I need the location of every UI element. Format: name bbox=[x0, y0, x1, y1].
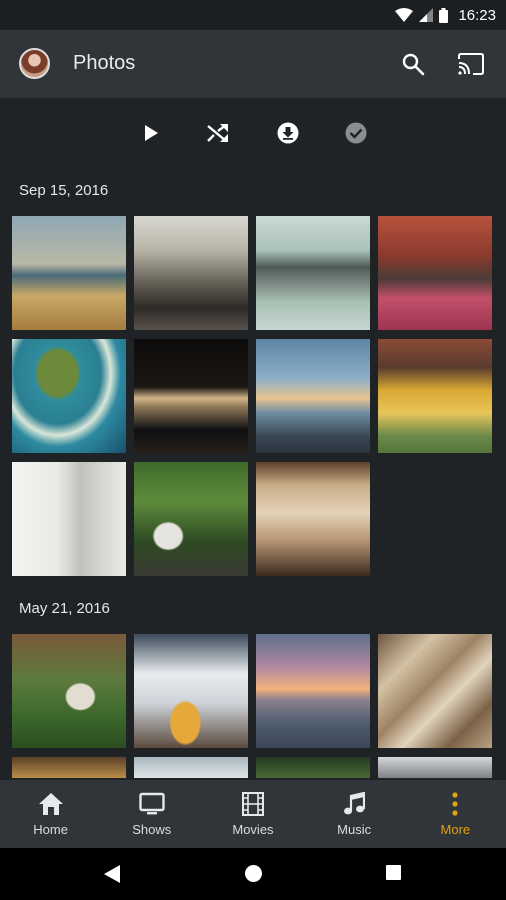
photo-thumbnail[interactable] bbox=[256, 634, 370, 748]
photo-thumbnail[interactable] bbox=[378, 339, 492, 453]
nav-item-label: More bbox=[440, 822, 471, 837]
section-date: May 21, 2016 bbox=[19, 600, 110, 617]
music-note-icon bbox=[344, 792, 366, 815]
download-button[interactable] bbox=[273, 118, 303, 148]
search-button[interactable] bbox=[399, 50, 427, 78]
home-circle-icon[interactable] bbox=[244, 864, 263, 883]
cast-icon bbox=[458, 53, 484, 75]
select-button[interactable] bbox=[341, 118, 371, 148]
search-icon bbox=[402, 53, 425, 76]
photo-thumbnail[interactable] bbox=[12, 634, 126, 748]
status-icons: 16:23 bbox=[395, 0, 496, 30]
home-icon bbox=[38, 793, 63, 815]
photo-thumbnail[interactable] bbox=[256, 462, 370, 576]
shuffle-button[interactable] bbox=[203, 118, 233, 148]
photo-thumbnail[interactable] bbox=[134, 462, 248, 576]
photo-thumbnail[interactable] bbox=[12, 757, 126, 778]
shuffle-icon bbox=[207, 124, 228, 142]
photo-thumbnail[interactable] bbox=[378, 216, 492, 330]
photo-grid bbox=[12, 216, 492, 576]
tv-icon bbox=[139, 792, 165, 815]
page-title: Photos bbox=[73, 52, 136, 74]
photo-thumbnail[interactable] bbox=[12, 216, 126, 330]
photo-grid bbox=[12, 634, 492, 778]
nav-item-label: Movies bbox=[232, 822, 274, 837]
more-vertical-icon bbox=[452, 792, 458, 816]
bottom-nav: Home Shows Movies Music More bbox=[0, 780, 506, 848]
photo-thumbnail[interactable] bbox=[134, 339, 248, 453]
back-icon[interactable] bbox=[103, 864, 121, 884]
photo-toolbar bbox=[0, 98, 506, 168]
cast-button[interactable] bbox=[457, 50, 485, 78]
photo-thumbnail[interactable] bbox=[378, 757, 492, 778]
status-bar: 16:23 bbox=[0, 0, 506, 30]
system-nav-bar bbox=[0, 848, 506, 900]
photo-thumbnail[interactable] bbox=[134, 634, 248, 748]
play-icon bbox=[145, 125, 158, 141]
nav-item-home[interactable]: Home bbox=[0, 780, 101, 848]
film-icon bbox=[241, 792, 264, 816]
recents-icon[interactable] bbox=[385, 864, 402, 881]
wifi-icon bbox=[395, 8, 414, 22]
nav-item-more[interactable]: More bbox=[405, 780, 506, 848]
nav-item-shows[interactable]: Shows bbox=[101, 780, 202, 848]
check-circle-icon bbox=[345, 122, 367, 144]
nav-item-label: Home bbox=[33, 822, 68, 837]
photo-thumbnail[interactable] bbox=[12, 339, 126, 453]
photo-thumbnail[interactable] bbox=[134, 216, 248, 330]
photo-thumbnail[interactable] bbox=[256, 339, 370, 453]
battery-icon bbox=[439, 7, 449, 23]
photo-thumbnail[interactable] bbox=[134, 757, 248, 778]
section-date: Sep 15, 2016 bbox=[19, 182, 109, 199]
signal-icon bbox=[419, 8, 434, 22]
status-time: 16:23 bbox=[458, 6, 496, 24]
photo-thumbnail[interactable] bbox=[256, 757, 370, 778]
nav-item-music[interactable]: Music bbox=[304, 780, 405, 848]
avatar[interactable] bbox=[19, 48, 50, 79]
app-bar: Photos bbox=[0, 30, 506, 98]
photo-thumbnail[interactable] bbox=[12, 462, 126, 576]
play-button[interactable] bbox=[136, 118, 166, 148]
nav-item-label: Music bbox=[337, 822, 372, 837]
photo-thumbnail[interactable] bbox=[256, 216, 370, 330]
photo-thumbnail[interactable] bbox=[378, 634, 492, 748]
download-icon bbox=[277, 122, 299, 144]
nav-item-movies[interactable]: Movies bbox=[202, 780, 303, 848]
nav-item-label: Shows bbox=[132, 822, 172, 837]
